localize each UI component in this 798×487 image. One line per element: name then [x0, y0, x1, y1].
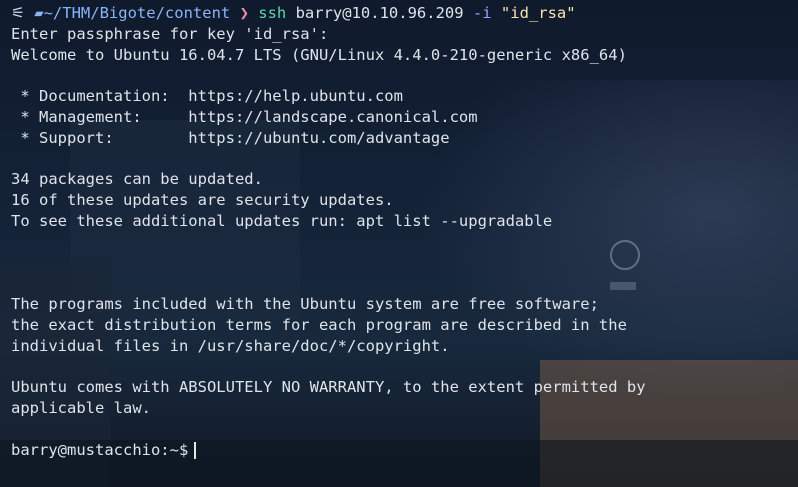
- command-name: ssh: [258, 4, 287, 22]
- output-line: 34 packages can be updated.: [11, 170, 263, 189]
- output-line: Welcome to Ubuntu 16.04.7 LTS (GNU/Linux…: [11, 45, 627, 64]
- command-flag: -i: [472, 4, 492, 22]
- output-line: applicable law.: [11, 399, 151, 418]
- output-line: individual files in /usr/share/doc/*/cop…: [11, 336, 450, 355]
- output-line: the exact distribution terms for each pr…: [11, 315, 627, 334]
- command-line: ⚟ ▰~/THM/Bigote/content ❯ ssh barry@10.1…: [11, 3, 798, 24]
- folder-icon: ▰: [34, 4, 44, 22]
- terminal-window[interactable]: ⚟ ▰~/THM/Bigote/content ❯ ssh barry@10.1…: [0, 0, 798, 461]
- output-line: * Management: https://landscape.canonica…: [11, 107, 478, 126]
- cwd-path: ~/THM/Bigote/content: [43, 4, 231, 22]
- output-line: The programs included with the Ubuntu sy…: [11, 295, 599, 314]
- shell-prompt: barry@mustacchio:~$: [11, 440, 189, 459]
- output-line: * Documentation: https://help.ubuntu.com: [11, 87, 403, 106]
- command-flag-value: "id_rsa": [491, 4, 576, 22]
- command-host: barry@10.10.96.209: [286, 4, 473, 22]
- output-line: To see these additional updates run: apt…: [11, 211, 553, 230]
- text-cursor[interactable]: [194, 441, 197, 459]
- shell-prompt-line[interactable]: barry@mustacchio:~$: [11, 440, 798, 461]
- output-line: Enter passphrase for key 'id_rsa':: [11, 24, 329, 43]
- prompt-arrow: ❯: [239, 4, 249, 22]
- output-line: 16 of these updates are security updates…: [11, 191, 394, 210]
- output-line: * Support: https://ubuntu.com/advantage: [11, 128, 450, 147]
- output-line: Ubuntu comes with ABSOLUTELY NO WARRANTY…: [11, 378, 646, 397]
- shell-logo-icon: ⚟: [11, 4, 25, 22]
